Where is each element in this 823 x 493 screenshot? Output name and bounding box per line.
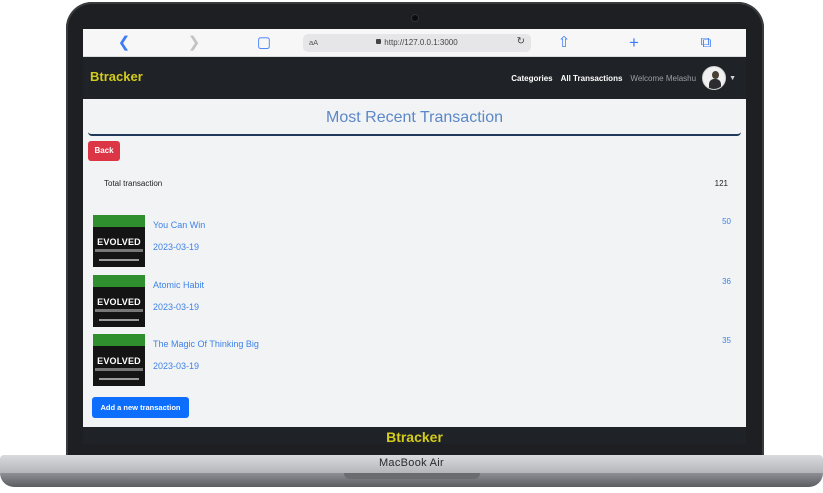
welcome-text: Welcome Melashu: [630, 73, 697, 83]
transaction-date: 2023-03-19: [153, 302, 200, 312]
nav-all-transactions[interactable]: All Transactions: [561, 74, 623, 83]
transaction-name[interactable]: The Magic Of Thinking Big: [153, 339, 259, 349]
cover-title: EVOLVED: [97, 237, 141, 247]
transaction-amount: 35: [722, 336, 731, 345]
book-cover-image: EVOLVED: [93, 275, 145, 327]
forward-arrow-icon[interactable]: ❯: [183, 34, 205, 52]
transaction-amount: 50: [722, 217, 731, 226]
nav-links: Categories All Transactions Welcome Mela…: [511, 57, 736, 99]
address-bar[interactable]: aA http://127.0.0.1:3000 ↻: [303, 34, 531, 52]
nav-categories[interactable]: Categories: [511, 74, 552, 83]
transaction-amount: 36: [722, 277, 731, 286]
url-text: http://127.0.0.1:3000: [384, 38, 458, 47]
site-footer: Btracker: [83, 427, 746, 444]
page-title: Most Recent Transaction: [88, 109, 741, 136]
total-value: 121: [714, 179, 728, 188]
book-cover-image: EVOLVED: [93, 215, 145, 267]
total-transaction-row: Total transaction 121: [104, 179, 728, 188]
model-label: MacBook Air: [378, 457, 445, 469]
transaction-item[interactable]: EVOLVED Atomic Habit 2023-03-19 36: [93, 275, 733, 329]
cover-title: EVOLVED: [97, 356, 141, 366]
tabs-overview-icon[interactable]: ⧉: [695, 34, 717, 52]
camera-icon: [412, 15, 418, 21]
transaction-item[interactable]: EVOLVED You Can Win 2023-03-19 50: [93, 215, 733, 269]
share-icon[interactable]: ⇧: [553, 34, 575, 52]
transaction-name[interactable]: Atomic Habit: [153, 280, 204, 290]
reload-icon[interactable]: ↻: [517, 36, 525, 47]
browser-toolbar: ❮ ❯ ▢ aA http://127.0.0.1:3000 ↻ ⇧ + ⧉: [83, 29, 746, 57]
transaction-date: 2023-03-19: [153, 242, 200, 252]
back-button[interactable]: Back: [88, 141, 120, 161]
transaction-item[interactable]: EVOLVED The Magic Of Thinking Big 2023-0…: [93, 334, 733, 388]
back-arrow-icon[interactable]: ❮: [113, 34, 135, 52]
brand-logo[interactable]: Btracker: [90, 69, 143, 84]
bookmarks-icon[interactable]: ▢: [253, 34, 275, 52]
transaction-date: 2023-03-19: [153, 361, 200, 371]
lock-icon: [376, 39, 382, 45]
chevron-down-icon[interactable]: ▼: [729, 75, 736, 82]
browser-screen: ❮ ❯ ▢ aA http://127.0.0.1:3000 ↻ ⇧ + ⧉ B…: [83, 29, 746, 444]
add-transaction-button[interactable]: Add a new transaction: [92, 397, 189, 418]
site-navbar: Btracker Categories All Transactions Wel…: [83, 57, 746, 99]
total-label: Total transaction: [104, 179, 163, 188]
book-cover-image: EVOLVED: [93, 334, 145, 386]
new-tab-icon[interactable]: +: [623, 34, 645, 52]
footer-brand: Btracker: [386, 429, 443, 444]
avatar[interactable]: [702, 66, 727, 90]
cover-title: EVOLVED: [97, 297, 141, 307]
transaction-name[interactable]: You Can Win: [153, 220, 205, 230]
laptop-base: MacBook Air: [0, 455, 823, 493]
